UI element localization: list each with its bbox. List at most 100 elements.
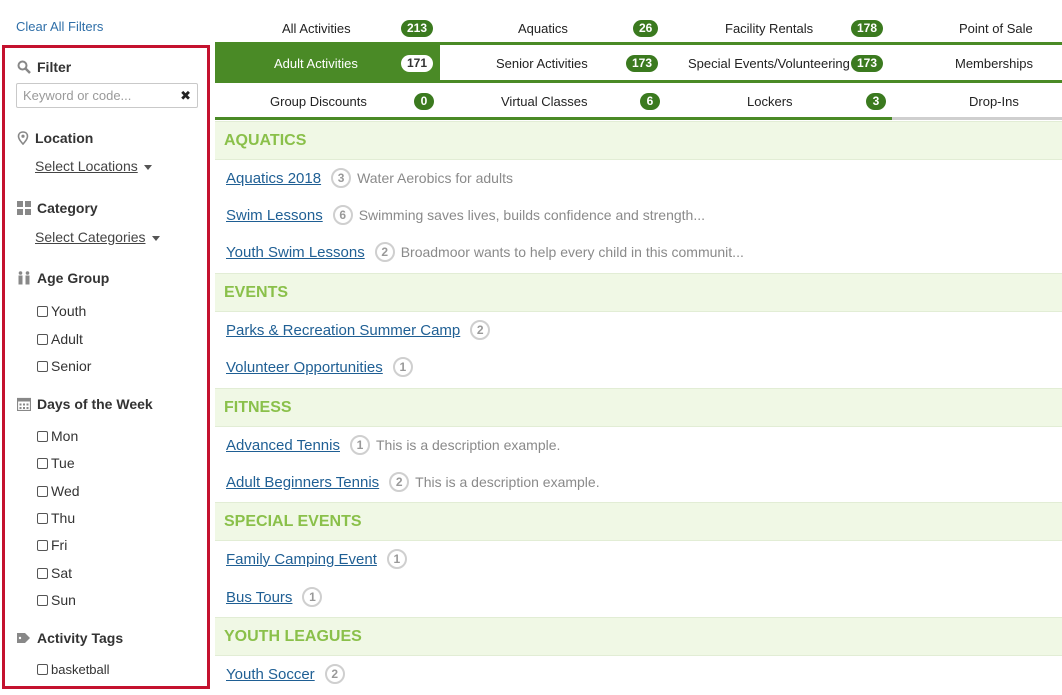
tab-senior-activities[interactable]: Senior Activities 173 [440,45,666,81]
tab-group-discounts[interactable]: Group Discounts 0 [215,83,440,119]
map-pin-icon [17,131,29,145]
tab-label: Facility Rentals [725,20,814,36]
tab-label: All Activities [282,20,351,36]
activity-link[interactable]: Adult Beginners Tennis [226,474,379,491]
list-item: Bus Tours 1 [226,587,328,607]
day-option-sat[interactable]: Sat [37,565,72,581]
option-label: Sat [51,565,73,581]
tab-point-of-sale[interactable]: Point of Sale [892,10,1062,46]
activity-link[interactable]: Youth Swim Lessons [226,244,365,261]
option-label: Youth [51,303,87,319]
age-option-senior[interactable]: Senior [37,358,91,374]
day-option-wed[interactable]: Wed [37,483,80,499]
filter-title: Filter [37,59,72,75]
tab-count-badge: 6 [640,92,660,110]
count-badge: 3 [331,168,352,188]
tab-row-1: All Activities 213 Aquatics 26 Facility … [215,10,1062,46]
activity-link[interactable]: Aquatics 2018 [226,170,321,187]
activity-description: This is a description example. [375,437,561,453]
people-icon [18,271,30,285]
checkbox[interactable] [37,360,48,372]
age-group-title: Age Group [37,270,110,286]
activity-tags-title: Activity Tags [37,630,124,646]
count-badge: 1 [392,357,413,377]
tab-row-2: Adult Activities 171 Senior Activities 1… [215,45,1062,81]
tab-row-3-underline-inactive [892,117,1062,120]
category-header: FITNESS [215,388,1062,427]
tab-label: Virtual Classes [501,93,588,109]
activity-link[interactable]: Family Camping Event [226,551,377,568]
checkbox[interactable] [37,664,48,675]
checkbox[interactable] [37,457,48,469]
age-option-adult[interactable]: Adult [37,331,83,347]
tab-count-badge: 173 [626,54,659,72]
checkbox[interactable] [37,485,48,497]
option-label: Mon [51,428,79,444]
option-label: Thu [51,510,76,526]
tab-row-3-underline [215,117,892,120]
list-item: Aquatics 2018 3 Water Aerobics for adult… [226,168,513,188]
select-locations-dropdown[interactable]: Select Locations [35,158,152,174]
checkbox[interactable] [37,305,48,317]
category-section: Category [17,200,98,216]
day-option-sun[interactable]: Sun [37,592,76,608]
checkbox[interactable] [37,430,48,442]
location-section: Location [17,130,93,146]
clear-all-filters-link[interactable]: Clear All Filters [16,19,103,34]
tab-special-events-volunteering[interactable]: Special Events/Volunteering 173 [666,45,892,81]
option-label: Wed [51,483,80,499]
grid-icon [17,201,31,215]
option-label: Adult [51,331,83,347]
select-categories-label: Select Categories [35,229,146,245]
list-item: Youth Swim Lessons 2 Broadmoor wants to … [226,242,744,262]
checkbox[interactable] [37,539,48,551]
activity-link[interactable]: Parks & Recreation Summer Camp [226,322,460,339]
activity-link[interactable]: Volunteer Opportunities [226,359,383,376]
checkbox[interactable] [37,594,48,606]
caret-down-icon [151,235,160,241]
tab-count-badge: 173 [851,54,884,72]
category-header: EVENTS [215,273,1062,312]
checkbox[interactable] [37,567,48,579]
days-section: Days of the Week [17,396,153,412]
tab-all-activities[interactable]: All Activities 213 [215,10,440,46]
tab-facility-rentals[interactable]: Facility Rentals 178 [666,10,892,46]
age-option-youth[interactable]: Youth [37,303,86,319]
tab-adult-activities[interactable]: Adult Activities 171 [215,45,440,81]
tab-count-badge: 0 [414,92,434,110]
tag-option-basketball[interactable]: basketball [37,662,110,677]
count-badge: 2 [470,320,491,340]
tab-aquatics[interactable]: Aquatics 26 [440,10,666,46]
keyword-search-input[interactable] [17,88,179,103]
tab-lockers[interactable]: Lockers 3 [666,83,892,119]
activity-link[interactable]: Advanced Tennis [226,437,340,454]
tab-count-badge: 178 [851,19,884,37]
clear-search-icon[interactable]: ✖ [180,88,191,104]
day-option-fri[interactable]: Fri [37,537,67,553]
option-label: Tue [51,455,75,471]
option-label: Fri [51,537,68,553]
tab-label: Memberships [955,55,1034,71]
select-categories-dropdown[interactable]: Select Categories [35,229,160,245]
checkbox[interactable] [37,333,48,345]
tab-virtual-classes[interactable]: Virtual Classes 6 [440,83,666,119]
activity-link[interactable]: Youth Soccer [226,666,315,683]
days-title: Days of the Week [37,396,153,412]
tab-row-3: Group Discounts 0 Virtual Classes 6 Lock… [215,83,1062,119]
day-option-mon[interactable]: Mon [37,428,78,444]
checkbox[interactable] [37,512,48,524]
day-option-thu[interactable]: Thu [37,510,75,526]
category-title: Category [37,200,98,216]
category-header: YOUTH LEAGUES [215,617,1062,656]
activity-link[interactable]: Swim Lessons [226,207,323,224]
tab-count-badge: 3 [866,92,886,110]
count-badge: 2 [324,664,345,684]
tab-drop-ins[interactable]: Drop-Ins [892,83,1062,119]
tab-memberships[interactable]: Memberships [892,45,1062,81]
filter-sidebar: Filter ✖ Location Select Locations Categ… [2,45,210,689]
day-option-tue[interactable]: Tue [37,455,75,471]
tab-label: Special Events/Volunteering [688,55,850,71]
activity-link[interactable]: Bus Tours [226,589,292,606]
activity-description: This is a description example. [415,474,600,490]
tab-label: Drop-Ins [969,93,1019,109]
